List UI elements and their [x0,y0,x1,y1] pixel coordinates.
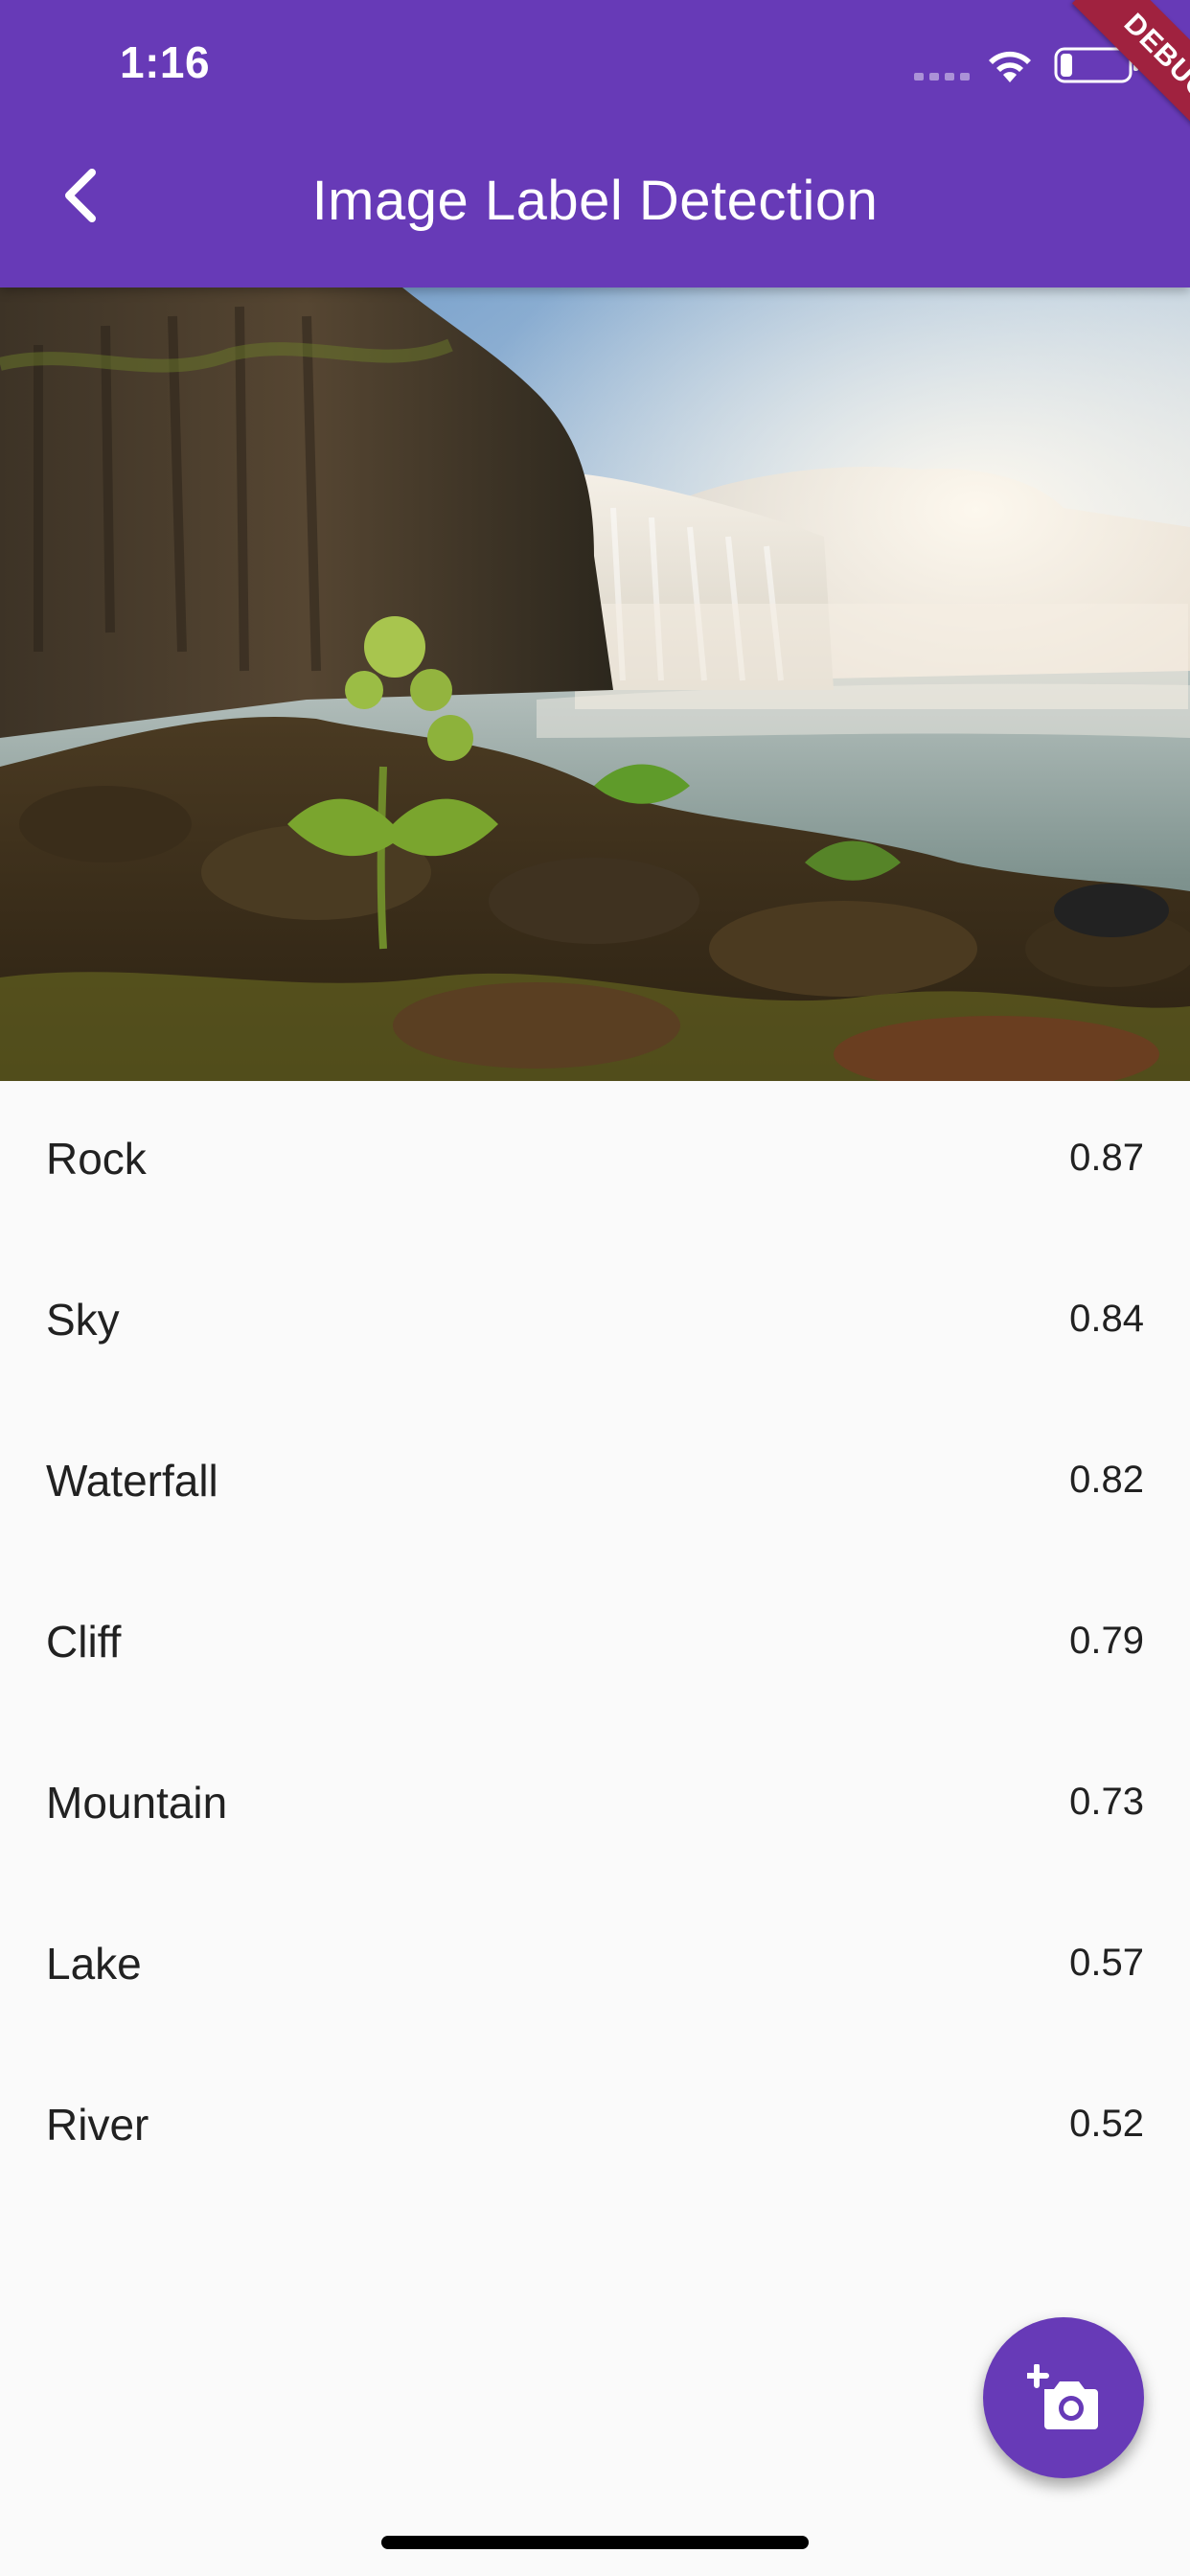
waterfall-landscape-image [0,288,1190,1081]
label-name: Lake [46,1939,142,1989]
page-title: Image Label Detection [311,170,879,232]
label-confidence: 0.57 [1069,1942,1144,1984]
label-name: Waterfall [46,1456,218,1506]
label-confidence: 0.52 [1069,2103,1144,2145]
cellular-signal-icon [914,73,970,80]
hero-image [0,288,1190,1081]
list-item: Lake 0.57 [0,1886,1190,2047]
list-item: River 0.52 [0,2047,1190,2208]
label-confidence: 0.79 [1069,1620,1144,1662]
app-header: 1:16 DEBUG Image Label Detection [0,0,1190,288]
home-indicator[interactable] [381,2536,809,2549]
label-confidence: 0.84 [1069,1298,1144,1340]
list-item: Rock 0.87 [0,1081,1190,1242]
label-confidence: 0.82 [1069,1459,1144,1501]
label-list: Rock 0.87 Sky 0.84 Waterfall 0.82 Cliff … [0,1081,1190,2208]
label-name: Sky [46,1295,120,1345]
label-name: Cliff [46,1617,122,1667]
label-name: Mountain [46,1778,228,1828]
list-item: Sky 0.84 [0,1242,1190,1403]
label-name: Rock [46,1134,147,1184]
status-bar-time: 1:16 [120,37,211,87]
label-confidence: 0.87 [1069,1137,1144,1179]
list-item: Waterfall 0.82 [0,1403,1190,1564]
list-item: Mountain 0.73 [0,1725,1190,1886]
wifi-icon [989,51,1031,82]
label-confidence: 0.73 [1069,1781,1144,1823]
list-item: Cliff 0.79 [0,1564,1190,1725]
add-photo-camera-icon [1027,2364,1098,2429]
add-photo-button[interactable] [983,2317,1144,2478]
label-name: River [46,2100,149,2150]
